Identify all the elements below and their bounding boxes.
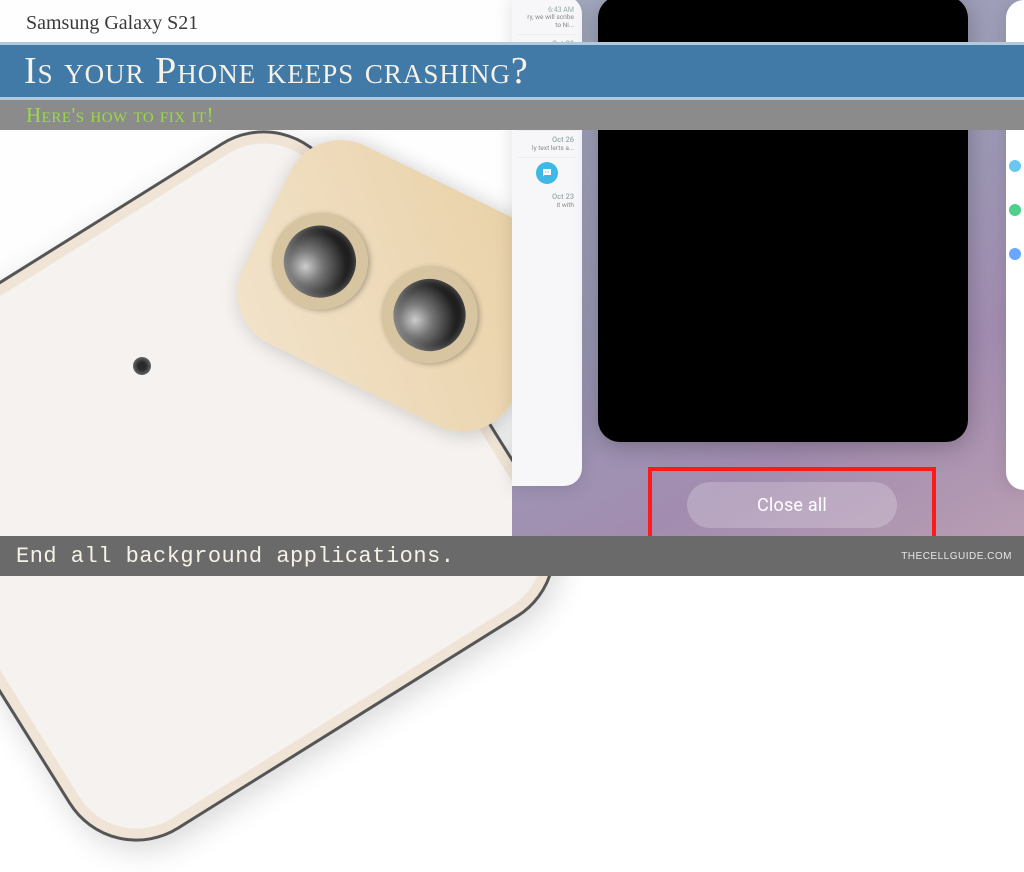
device-label: Samsung Galaxy S21	[26, 12, 198, 35]
headline-band: Is your Phone keeps crashing?	[0, 42, 1024, 100]
bottom-caption: End all background applications.	[16, 544, 454, 569]
message-date: Oct 23	[520, 192, 574, 201]
message-preview: Oct 26 ly text lerts a...	[518, 131, 576, 158]
message-snippet: it with	[520, 202, 574, 210]
app-dot-icon	[1009, 248, 1021, 260]
app-dot-icon	[1009, 160, 1021, 172]
camera-lens-icon	[256, 197, 384, 325]
highlight-box: Close all	[648, 467, 936, 543]
app-dot-icon	[1009, 204, 1021, 216]
camera-lens-icon	[365, 251, 493, 379]
headline-text: Is your Phone keeps crashing?	[24, 49, 529, 93]
site-credit: THECELLGUIDE.COM	[901, 551, 1012, 562]
bottom-bar: End all background applications. THECELL…	[0, 536, 1024, 576]
phone-illustration	[0, 100, 586, 872]
message-preview: Oct 23 it with	[518, 188, 576, 214]
message-snippet: ly text lerts a...	[520, 145, 574, 153]
close-all-button[interactable]: Close all	[687, 482, 897, 528]
message-snippet: ry, we will scribe to Ni...	[520, 14, 574, 30]
message-date: Oct 26	[520, 135, 574, 144]
sub-text: Here's how to fix it!	[26, 103, 214, 128]
message-preview: 6:43 AM ry, we will scribe to Ni...	[518, 2, 576, 35]
chat-icon	[536, 162, 558, 184]
close-all-label: Close all	[757, 495, 827, 516]
thumbnail-canvas: 6:43 AM ry, we will scribe to Ni... Oct …	[0, 0, 1024, 576]
sub-band: Here's how to fix it!	[0, 100, 1024, 130]
